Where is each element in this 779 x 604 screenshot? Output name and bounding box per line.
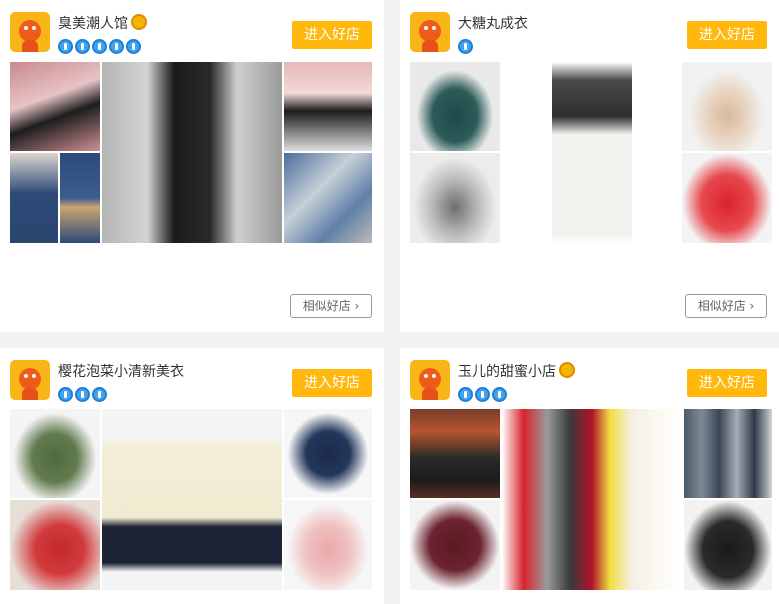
shop-name-row: 大糖丸成衣 — [458, 13, 528, 33]
product-image[interactable] — [684, 409, 772, 498]
enter-shop-button[interactable]: 进入好店 — [292, 369, 372, 397]
product-image[interactable] — [10, 409, 100, 498]
shop-name[interactable]: 玉儿的甜蜜小店 — [458, 364, 556, 380]
diamond-badge-icon — [458, 39, 473, 54]
shop-card: 大糖丸成衣 进入好店 相似好店 › — [400, 0, 779, 332]
product-image[interactable] — [102, 62, 282, 243]
diamond-badge-icon — [75, 387, 90, 402]
product-image[interactable] — [284, 500, 372, 590]
product-image[interactable] — [682, 153, 772, 243]
crown-icon — [131, 14, 147, 30]
shop-grid: 臭美潮人馆 进入好店 相似好店 › 大糖丸成衣 进入好店 相似好店 › 樱花泡菜… — [0, 0, 779, 604]
similar-shops-button[interactable]: 相似好店 › — [685, 294, 767, 318]
diamond-badge-icon — [92, 39, 107, 54]
shop-card: 玉儿的甜蜜小店 进入好店 — [400, 348, 779, 604]
product-image[interactable] — [102, 409, 282, 590]
shop-name-row: 樱花泡菜小清新美衣 — [58, 361, 184, 381]
diamond-badge-icon — [109, 39, 124, 54]
similar-shops-button[interactable]: 相似好店 › — [290, 294, 372, 318]
diamond-badge-icon — [92, 387, 107, 402]
shop-avatar[interactable] — [10, 12, 50, 52]
product-image[interactable] — [60, 153, 100, 243]
product-image[interactable] — [284, 62, 372, 151]
shop-name[interactable]: 大糖丸成衣 — [458, 16, 528, 32]
shop-rating-badges — [458, 39, 473, 54]
product-image[interactable] — [10, 500, 100, 590]
shop-avatar[interactable] — [410, 12, 450, 52]
shop-rating-badges — [58, 387, 107, 402]
diamond-badge-icon — [75, 39, 90, 54]
shop-card: 樱花泡菜小清新美衣 进入好店 — [0, 348, 384, 604]
product-images — [10, 62, 372, 243]
enter-shop-button[interactable]: 进入好店 — [687, 369, 767, 397]
shop-rating-badges — [58, 39, 141, 54]
diamond-badge-icon — [58, 39, 73, 54]
product-image[interactable] — [10, 153, 58, 243]
product-image[interactable] — [502, 409, 682, 590]
product-image[interactable] — [682, 62, 772, 151]
diamond-badge-icon — [126, 39, 141, 54]
product-image[interactable] — [10, 62, 100, 151]
diamond-badge-icon — [458, 387, 473, 402]
shop-card: 臭美潮人馆 进入好店 相似好店 › — [0, 0, 384, 332]
product-images — [10, 409, 372, 590]
product-image[interactable] — [410, 409, 500, 498]
enter-shop-button[interactable]: 进入好店 — [687, 21, 767, 49]
product-image[interactable] — [552, 62, 632, 243]
shop-name[interactable]: 臭美潮人馆 — [58, 16, 128, 32]
diamond-badge-icon — [58, 387, 73, 402]
diamond-badge-icon — [475, 387, 490, 402]
crown-icon — [559, 362, 575, 378]
product-image[interactable] — [284, 409, 372, 498]
product-image[interactable] — [410, 500, 500, 590]
product-image[interactable] — [410, 153, 500, 243]
product-images — [410, 62, 772, 243]
product-image[interactable] — [684, 500, 772, 590]
shop-rating-badges — [458, 387, 507, 402]
shop-avatar[interactable] — [410, 360, 450, 400]
diamond-badge-icon — [492, 387, 507, 402]
shop-name[interactable]: 樱花泡菜小清新美衣 — [58, 364, 184, 380]
shop-name-row: 臭美潮人馆 — [58, 13, 147, 33]
enter-shop-button[interactable]: 进入好店 — [292, 21, 372, 49]
shop-avatar[interactable] — [10, 360, 50, 400]
product-image[interactable] — [410, 62, 500, 151]
product-image[interactable] — [284, 153, 372, 243]
shop-name-row: 玉儿的甜蜜小店 — [458, 361, 575, 381]
product-images — [410, 409, 772, 590]
